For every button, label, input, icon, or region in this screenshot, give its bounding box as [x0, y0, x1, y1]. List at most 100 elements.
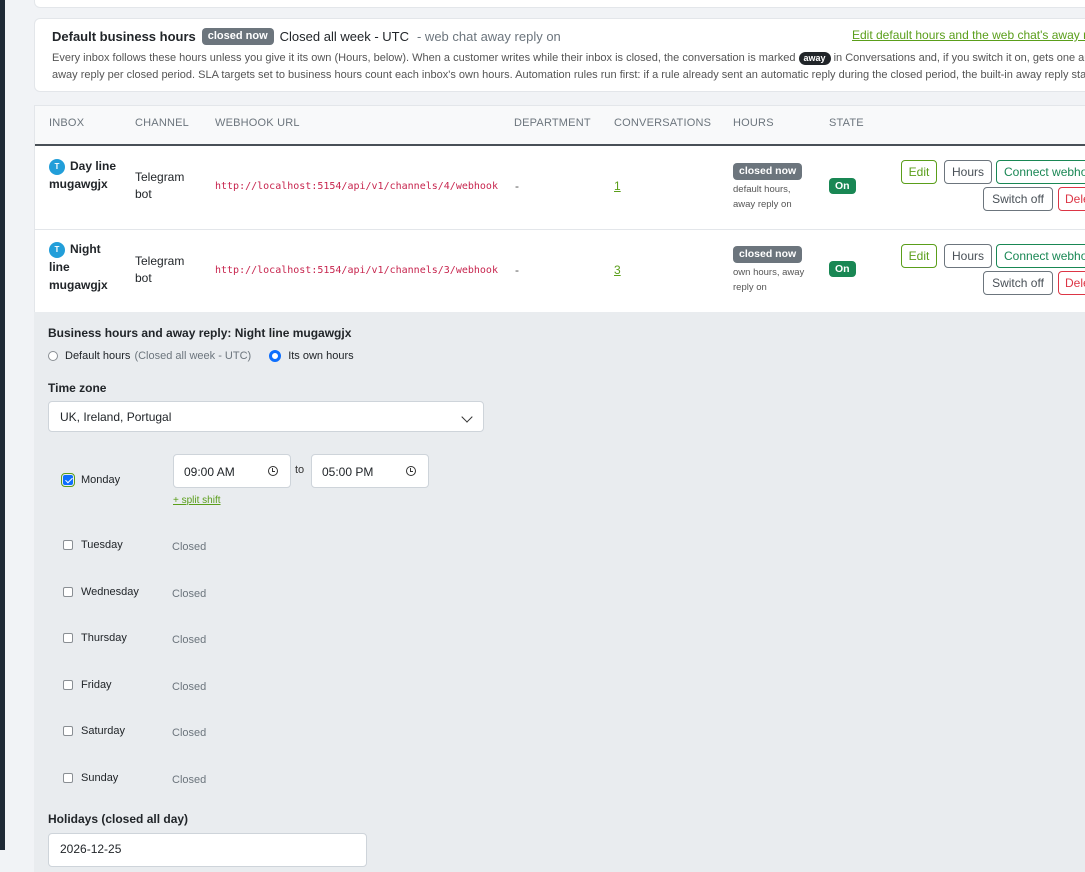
col-hours: HOURS	[733, 117, 774, 129]
table-row: T Day line mugawgjx Telegram bot http://l…	[35, 146, 1085, 230]
edit-button[interactable]: Edit	[901, 244, 937, 268]
day-label: Wednesday	[81, 586, 139, 598]
department-cell: -	[515, 263, 519, 277]
default-hours-header: Default business hours closed now Closed…	[52, 28, 561, 45]
day-thursday[interactable]: Thursday	[63, 632, 127, 644]
col-channel: CHANNEL	[135, 117, 189, 129]
default-hours-card: Default business hours closed now Closed…	[34, 18, 1085, 92]
away-badge: away	[798, 52, 831, 65]
day-status: Closed	[172, 774, 207, 786]
department-cell: -	[515, 179, 519, 193]
holiday-date-input[interactable]: 2026-12-25	[48, 833, 367, 867]
inbox-name-cell: T Day line mugawgjx	[49, 157, 119, 193]
hours-note: own hours, away reply on	[733, 267, 805, 293]
table-row: T Night line mugawgjx Telegram bot http:/…	[35, 230, 1085, 314]
monday-checkbox[interactable]	[61, 473, 75, 487]
channel-cell: Telegram bot	[135, 170, 185, 201]
day-label: Tuesday	[81, 539, 123, 551]
monday-from-time[interactable]: 09:00 AM	[173, 454, 291, 488]
hours-button[interactable]: Hours	[944, 160, 992, 184]
hours-editor-panel: Business hours and away reply: Night lin…	[34, 312, 1085, 872]
tuesday-checkbox[interactable]	[63, 540, 73, 550]
own-hours-radio[interactable]	[269, 350, 282, 362]
description-text-1: Every inbox follows these hours unless y…	[52, 52, 799, 64]
edit-default-hours-link[interactable]: Edit default hours and the web chat's aw…	[852, 28, 1085, 42]
day-tuesday[interactable]: Tuesday	[63, 539, 123, 551]
state-cell: On	[829, 261, 856, 277]
telegram-icon: T	[49, 241, 65, 258]
hours-cell: closed now default hours, away reply on	[733, 163, 813, 212]
previous-card-edge	[34, 0, 1085, 8]
own-hours-option[interactable]: Its own hours	[269, 350, 354, 362]
day-wednesday[interactable]: Wednesday	[63, 586, 139, 598]
col-conversations: CONVERSATIONS	[614, 117, 712, 129]
wednesday-checkbox[interactable]	[63, 587, 73, 597]
monday-to-time[interactable]: 05:00 PM	[311, 454, 429, 488]
friday-checkbox[interactable]	[63, 680, 73, 690]
default-hours-description: Every inbox follows these hours unless y…	[52, 50, 1085, 84]
timezone-select[interactable]: UK, Ireland, Portugal	[48, 401, 484, 432]
default-hours-title: Default business hours	[52, 29, 196, 44]
default-hours-radio[interactable]	[48, 351, 58, 361]
inbox-name-cell: T Night line mugawgjx	[49, 240, 119, 294]
state-badge: On	[829, 178, 856, 194]
day-sunday[interactable]: Sunday	[63, 772, 118, 784]
sunday-checkbox[interactable]	[63, 773, 73, 783]
col-department: DEPARTMENT	[514, 117, 591, 129]
hours-button[interactable]: Hours	[944, 244, 992, 268]
own-hours-radio-label[interactable]: Its own hours	[288, 350, 353, 362]
conversations-link[interactable]: 1	[614, 179, 621, 193]
hours-status-badge: closed now	[733, 246, 803, 263]
state-cell: On	[829, 178, 856, 194]
day-label: Saturday	[81, 725, 126, 737]
hours-mode-radios: Default hours (Closed all week - UTC) It…	[48, 350, 354, 362]
split-shift-link[interactable]: + split shift	[173, 495, 221, 506]
connect-webhook-button[interactable]: Connect webhook	[996, 244, 1085, 268]
app-sidebar-edge	[0, 0, 5, 850]
delete-button[interactable]: Delete	[1058, 271, 1085, 295]
holiday-value: 2026-12-25	[60, 842, 122, 856]
switch-off-button[interactable]: Switch off	[983, 187, 1053, 211]
time-value: 05:00 PM	[322, 465, 374, 479]
delete-button[interactable]: Delete	[1058, 187, 1085, 211]
to-label: to	[295, 464, 305, 476]
day-label: Friday	[81, 679, 112, 691]
default-hours-away-note: - web chat away reply on	[416, 29, 561, 44]
day-saturday[interactable]: Saturday	[63, 725, 125, 737]
default-hours-radio-label[interactable]: Default hours	[65, 350, 130, 362]
editor-title: Business hours and away reply: Night lin…	[48, 326, 352, 340]
default-hours-hint: (Closed all week - UTC)	[134, 350, 252, 362]
conversations-link[interactable]: 3	[614, 263, 621, 277]
switch-off-button[interactable]: Switch off	[983, 271, 1053, 295]
col-state: STATE	[829, 117, 864, 129]
webhook-url: http://localhost:5154/api/v1/channels/4/…	[215, 181, 498, 192]
default-hours-status-badge: closed now	[201, 28, 274, 45]
connect-webhook-button[interactable]: Connect webhook	[996, 160, 1085, 184]
channel-cell: Telegram bot	[135, 254, 185, 285]
edit-button[interactable]: Edit	[901, 160, 937, 184]
inbox-table: INBOX CHANNEL WEBHOOK URL DEPARTMENT CON…	[34, 105, 1085, 314]
clock-icon	[268, 466, 278, 476]
day-status: Closed	[172, 681, 207, 693]
day-label: Thursday	[81, 632, 127, 644]
table-header: INBOX CHANNEL WEBHOOK URL DEPARTMENT CON…	[35, 106, 1085, 146]
day-label: Monday	[81, 474, 121, 486]
timezone-value: UK, Ireland, Portugal	[60, 410, 172, 424]
saturday-checkbox[interactable]	[63, 726, 73, 736]
day-status: Closed	[172, 727, 207, 739]
timezone-label: Time zone	[48, 381, 107, 395]
hours-cell: closed now own hours, away reply on	[733, 246, 813, 295]
day-friday[interactable]: Friday	[63, 679, 112, 691]
webhook-url: http://localhost:5154/api/v1/channels/3/…	[215, 265, 498, 276]
col-webhook: WEBHOOK URL	[215, 117, 300, 129]
day-monday[interactable]: Monday	[61, 473, 121, 487]
clock-icon	[406, 466, 416, 476]
day-status: Closed	[172, 634, 207, 646]
hours-status-badge: closed now	[733, 163, 803, 180]
telegram-icon: T	[49, 158, 65, 175]
day-status: Closed	[172, 588, 207, 600]
chevron-down-icon	[461, 411, 473, 423]
thursday-checkbox[interactable]	[63, 633, 73, 643]
state-badge: On	[829, 261, 856, 277]
time-value: 09:00 AM	[184, 465, 235, 479]
